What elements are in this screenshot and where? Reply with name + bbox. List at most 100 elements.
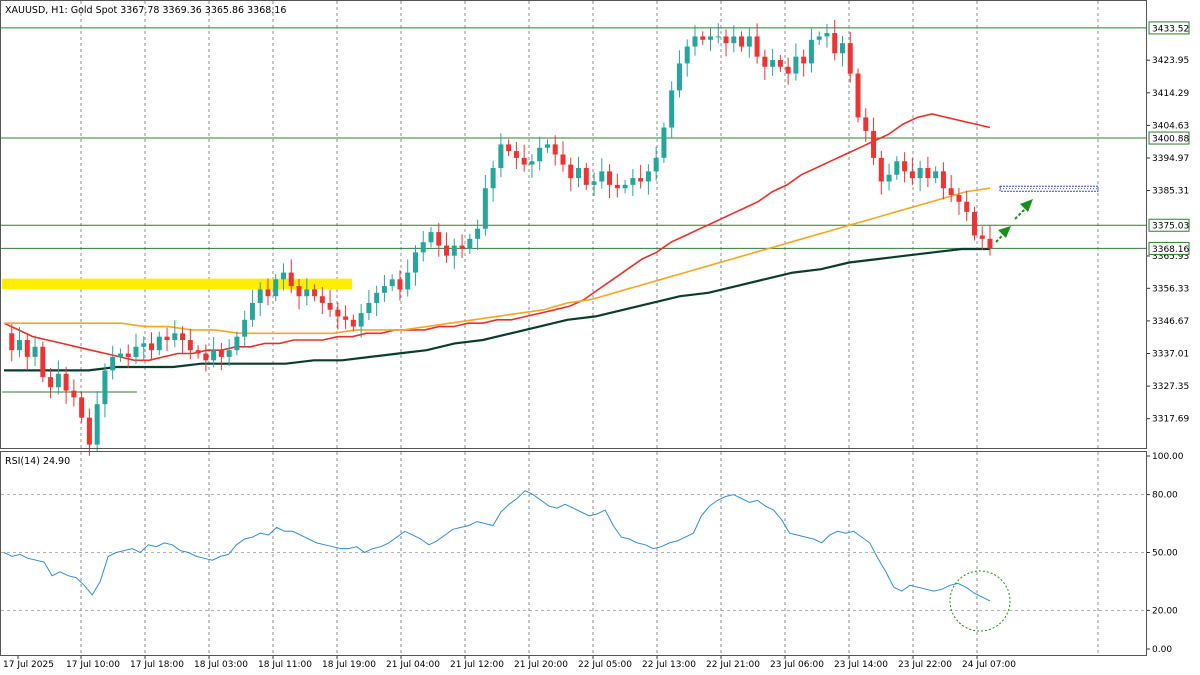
candle-bear (288, 272, 294, 287)
candle-bear (940, 171, 946, 189)
candle-bear (343, 316, 349, 320)
candle-bull (645, 171, 651, 182)
candle-bear (700, 36, 706, 40)
time-axis: 17 Jul 2025 17 Jul 10:00 17 Jul 18:00 18 Ju… (3, 655, 1016, 670)
candle-bear (149, 343, 155, 351)
candle-bull (661, 127, 667, 158)
candle-bear (863, 117, 869, 131)
candle-bull (824, 33, 830, 37)
candle-bear (762, 56, 768, 67)
candle-bear (871, 130, 877, 158)
candle-bear (203, 353, 209, 361)
time-tick-label: 17 Jul 2025 (3, 660, 54, 670)
candle-bear (878, 157, 884, 182)
candle-bear (164, 336, 170, 341)
candle-bear (180, 333, 186, 341)
candle-bull (381, 286, 387, 293)
candle-bull (17, 340, 23, 351)
candle-bear (327, 302, 333, 310)
candle-bear (987, 238, 993, 249)
candle-bear (785, 66, 791, 74)
rsi-header: RSI(14) 24.90 (5, 456, 70, 467)
rsi-panel: 100.00 80.00 50.00 20.00 0.00 (1, 452, 1184, 655)
candle-bear (506, 144, 512, 152)
candle-bull (249, 302, 255, 320)
candle-bear (723, 36, 729, 44)
price-tick-label: 3327.35 (1152, 382, 1189, 392)
candle-bull (389, 279, 395, 287)
candle-bull (156, 336, 162, 351)
candle-bull (226, 350, 232, 357)
candle-bear (521, 157, 527, 165)
time-tick-label: 17 Jul 18:00 (130, 660, 184, 670)
candle-bull (141, 343, 147, 347)
candle-bull (894, 161, 900, 175)
candle-bull (529, 161, 535, 165)
candle-bull (490, 167, 496, 189)
price-tick-label: 3423.95 (1152, 56, 1189, 66)
candle-bull (599, 171, 605, 182)
candle-bear (560, 154, 566, 165)
time-tick-label: 23 Jul 06:00 (770, 660, 824, 670)
candle-bull (808, 39, 814, 64)
candle-bear (925, 167, 931, 179)
candle-bear (79, 397, 85, 418)
candle-bull (544, 144, 550, 148)
candle-bull (886, 174, 892, 182)
time-tick-label: 22 Jul 05:00 (578, 660, 632, 670)
candle-bull (374, 292, 380, 303)
candle-bear (195, 350, 201, 354)
level-tag-label: 3375.03 (1152, 222, 1189, 232)
candle-bear (607, 171, 613, 185)
time-tick-label: 18 Jul 19:00 (322, 660, 376, 670)
level-tag-label: 3400.88 (1152, 135, 1189, 145)
price-axis: 3423.953414.293404.633394.973385.313365.… (1146, 21, 1190, 425)
price-tick-label: 3356.33 (1152, 284, 1189, 294)
candle-bull (304, 289, 310, 297)
arrowhead-1 (998, 226, 1011, 238)
price-tick-label: 3337.01 (1152, 350, 1189, 360)
candle-bull (653, 157, 659, 172)
candle-bull (273, 279, 279, 297)
price-tick-label: 3385.31 (1152, 187, 1189, 197)
candle-bull (32, 346, 38, 357)
candle-bear (63, 373, 69, 391)
time-tick-label: 18 Jul 11:00 (258, 660, 312, 670)
rsi-tick-label: 20.00 (1152, 606, 1178, 616)
time-tick-label: 22 Jul 13:00 (642, 660, 696, 670)
candle-bear (459, 245, 465, 249)
candle-bear (513, 151, 519, 158)
candle-bear (24, 340, 30, 357)
price-tick-label: 3404.63 (1152, 121, 1189, 131)
candle-bull (630, 178, 636, 185)
time-tick-label: 23 Jul 22:00 (898, 660, 952, 670)
rsi-tick-label: 50.00 (1152, 549, 1178, 559)
candle-bull (94, 404, 100, 445)
price-tick-label: 3394.97 (1152, 154, 1189, 164)
candle-bull (257, 289, 263, 303)
rsi-tick-label: 0.00 (1152, 645, 1172, 655)
candle-bear (964, 201, 970, 212)
candle-bull (669, 90, 675, 128)
time-tick-label: 18 Jul 03:00 (194, 660, 248, 670)
candle-bull (692, 36, 698, 47)
candle-bull (242, 319, 248, 337)
candle-bear (312, 289, 318, 297)
annotations (995, 185, 1099, 243)
chart-header: XAUUSD, H1: Gold Spot 3367.78 3369.36 33… (5, 5, 286, 16)
candle-bear (979, 235, 985, 239)
price-tick-label: 3317.69 (1152, 415, 1189, 425)
candle-bear (444, 245, 450, 256)
candle-bull (816, 36, 822, 40)
candle-bear (350, 319, 356, 327)
candle-bear (86, 417, 92, 445)
candle-bear (9, 333, 15, 351)
candle-bull (405, 272, 411, 290)
time-tick-label: 21 Jul 04:00 (386, 660, 440, 670)
moving-averages (3, 113, 991, 372)
oversold-circle (949, 570, 1011, 632)
candle-bear (218, 350, 224, 357)
candle-bull (420, 242, 426, 253)
candle-bull (366, 302, 372, 314)
candle-bear (754, 36, 760, 57)
